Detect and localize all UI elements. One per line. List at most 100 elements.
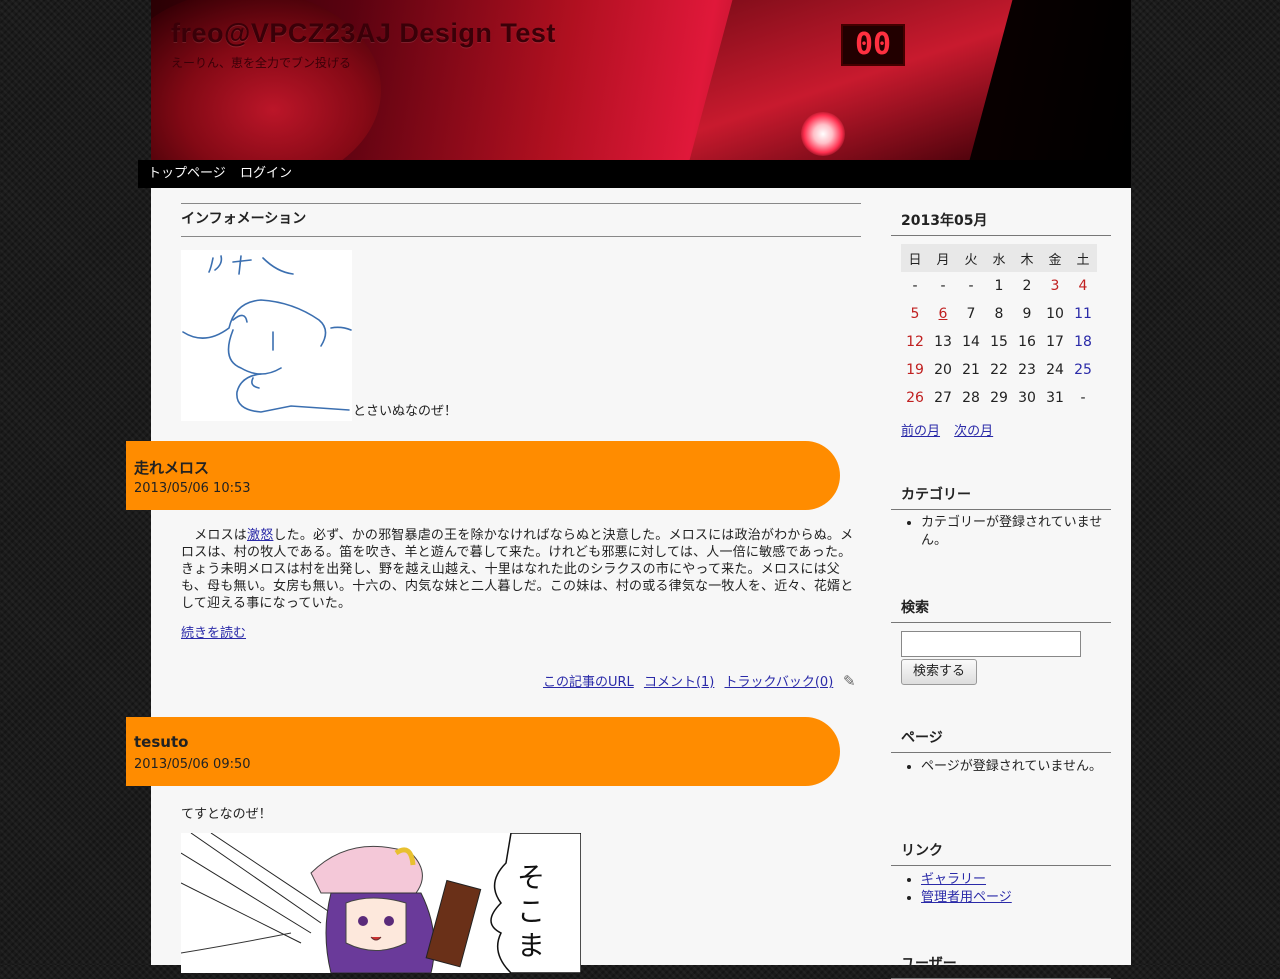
edit-pencil-icon[interactable]: ✎ xyxy=(843,672,856,690)
entry-date: 2013/05/06 10:53 xyxy=(134,481,251,496)
information-header: インフォメーション xyxy=(181,203,861,237)
led-display: 00 xyxy=(841,24,905,66)
trackback-link[interactable]: トラックバック(0) xyxy=(725,675,834,690)
calendar-day: 4 xyxy=(1078,278,1088,294)
calendar-day: 28 xyxy=(962,390,980,406)
calendar-day: 20 xyxy=(934,362,952,378)
admin-page-link[interactable]: 管理者用ページ xyxy=(921,890,1012,905)
calendar-day: 17 xyxy=(1046,334,1064,350)
category-heading-box: カテゴリー xyxy=(891,484,1111,510)
users-heading-box: ユーザー xyxy=(891,953,1111,979)
prev-month-link[interactable]: 前の月 xyxy=(901,424,940,439)
entry-header: tesuto 2013/05/06 09:50 xyxy=(126,717,840,786)
calendar-day: 23 xyxy=(1018,362,1036,378)
links-heading-box: リンク xyxy=(891,840,1111,866)
information-text: とさいぬなのぜ！ xyxy=(353,404,458,419)
comment-link[interactable]: コメント(1) xyxy=(644,675,714,690)
calendar-day: 5 xyxy=(910,306,920,322)
link-item-gallery: ギャラリー xyxy=(921,871,1111,889)
calendar-day: 6 xyxy=(929,300,957,328)
information-heading: インフォメーション xyxy=(181,211,307,227)
read-more-link[interactable]: 続きを読む xyxy=(181,622,246,641)
entry-header: 走れメロス 2013/05/06 10:53 xyxy=(126,441,840,510)
calendar-day: 19 xyxy=(906,362,924,378)
category-list: カテゴリーが登録されていません。 xyxy=(901,514,1111,550)
calendar-day: 13 xyxy=(934,334,952,350)
calendar-day: 31 xyxy=(1046,390,1064,406)
calendar-day: - xyxy=(1080,390,1086,406)
pages-heading: ページ xyxy=(901,730,943,746)
calendar-day: 26 xyxy=(906,390,924,406)
calendar-day: 16 xyxy=(1018,334,1036,350)
entry-body: てすとなのぜ！ xyxy=(181,807,272,822)
entry-url-link[interactable]: この記事のURL xyxy=(543,675,634,690)
calendar-day: - xyxy=(940,278,946,294)
calendar-day: 27 xyxy=(934,390,952,406)
calendar-day: 29 xyxy=(990,390,1008,406)
calendar-day: 11 xyxy=(1074,306,1092,322)
link-item-admin: 管理者用ページ xyxy=(921,889,1111,907)
calendar-day: 7 xyxy=(966,306,976,322)
calendar-day: - xyxy=(968,278,974,294)
nav-bar: トップページ ログイン xyxy=(138,160,1131,188)
calendar-day: 30 xyxy=(1018,390,1036,406)
calendar-day: 18 xyxy=(1074,334,1092,350)
weekday-sun: 日 xyxy=(901,244,929,272)
entry-body-text: メロスは xyxy=(194,528,248,543)
weekday-mon: 月 xyxy=(929,244,957,272)
users-heading: ユーザー xyxy=(901,956,957,972)
next-month-link[interactable]: 次の月 xyxy=(954,424,993,439)
entry-title[interactable]: 走れメロス xyxy=(134,457,209,478)
calendar-table: 日 月 火 水 木 金 土 - - -1 2 3 4 5 6 7 8 9 10 11 12 13 14 15 16… xyxy=(901,244,1097,412)
weekday-thu: 木 xyxy=(1013,244,1041,272)
calendar-heading-box: 2013年05月 xyxy=(891,210,1111,236)
calendar-day: 2 xyxy=(1022,278,1032,294)
calendar-week-row: 19 20 21 22 23 24 25 xyxy=(901,356,1097,384)
doodle-image xyxy=(181,250,352,421)
entry-body-link[interactable]: 激怒 xyxy=(247,528,273,543)
calendar-weekday-row: 日 月 火 水 木 金 土 xyxy=(901,244,1097,272)
calendar-day: 12 xyxy=(906,334,924,350)
calendar-day: 8 xyxy=(994,306,1004,322)
site-title[interactable]: freo@VPCZ23AJ Design Test xyxy=(171,18,556,49)
calendar-day: 15 xyxy=(990,334,1008,350)
pages-heading-box: ページ xyxy=(891,727,1111,753)
weekday-tue: 火 xyxy=(957,244,985,272)
speech-bubble-text: そこま xyxy=(517,861,546,962)
calendar-day: 1 xyxy=(994,278,1004,294)
gallery-link[interactable]: ギャラリー xyxy=(921,872,986,887)
entry-body: メロスは激怒した。必ず、かの邪智暴虐の王を除かなければならぬと決意した。メロスに… xyxy=(181,527,861,612)
links-list: ギャラリー 管理者用ページ xyxy=(901,871,1111,907)
header-led-glow xyxy=(801,112,845,156)
calendar-week-row: 5 6 7 8 9 10 11 xyxy=(901,300,1097,328)
search-heading: 検索 xyxy=(901,600,929,616)
calendar-day: 24 xyxy=(1046,362,1064,378)
category-heading: カテゴリー xyxy=(901,487,971,503)
calendar-day: 21 xyxy=(962,362,980,378)
entry-footer-links: この記事のURL コメント(1) トラックバック(0) xyxy=(543,671,839,690)
site-description: えーりん、恵を全力でブン投げる xyxy=(171,56,352,70)
links-heading: リンク xyxy=(901,843,943,859)
pages-empty-message: ページが登録されていません。 xyxy=(921,758,1111,776)
weekday-fri: 金 xyxy=(1041,244,1069,272)
calendar-week-row: 12 13 14 15 16 17 18 xyxy=(901,328,1097,356)
nav-item-top[interactable]: トップページ xyxy=(148,162,226,181)
calendar-week-row: - - - 1 2 3 4 xyxy=(901,272,1097,300)
calendar-day-link[interactable]: 6 xyxy=(939,306,948,322)
nav-item-login[interactable]: ログイン xyxy=(240,162,292,181)
calendar-day: 25 xyxy=(1074,362,1092,378)
calendar-day: 22 xyxy=(990,362,1008,378)
entry-illustration: そこま xyxy=(181,833,581,973)
calendar-day: - xyxy=(912,278,918,294)
calendar-day: 3 xyxy=(1050,278,1060,294)
calendar-heading: 2013年05月 xyxy=(901,213,988,229)
search-button[interactable]: 検索する xyxy=(901,659,977,685)
entry-title[interactable]: tesuto xyxy=(134,733,188,751)
search-input[interactable] xyxy=(901,631,1081,657)
weekday-sat: 土 xyxy=(1069,244,1097,272)
entry-body-text-rest: した。必ず、かの邪智暴虐の王を除かなければならぬと決意した。メロスには政治がわか… xyxy=(181,528,854,611)
calendar-nav: 前の月 次の月 xyxy=(901,420,1003,439)
calendar-day: 14 xyxy=(962,334,980,350)
calendar-day: 9 xyxy=(1022,306,1032,322)
pages-list: ページが登録されていません。 xyxy=(901,758,1111,776)
